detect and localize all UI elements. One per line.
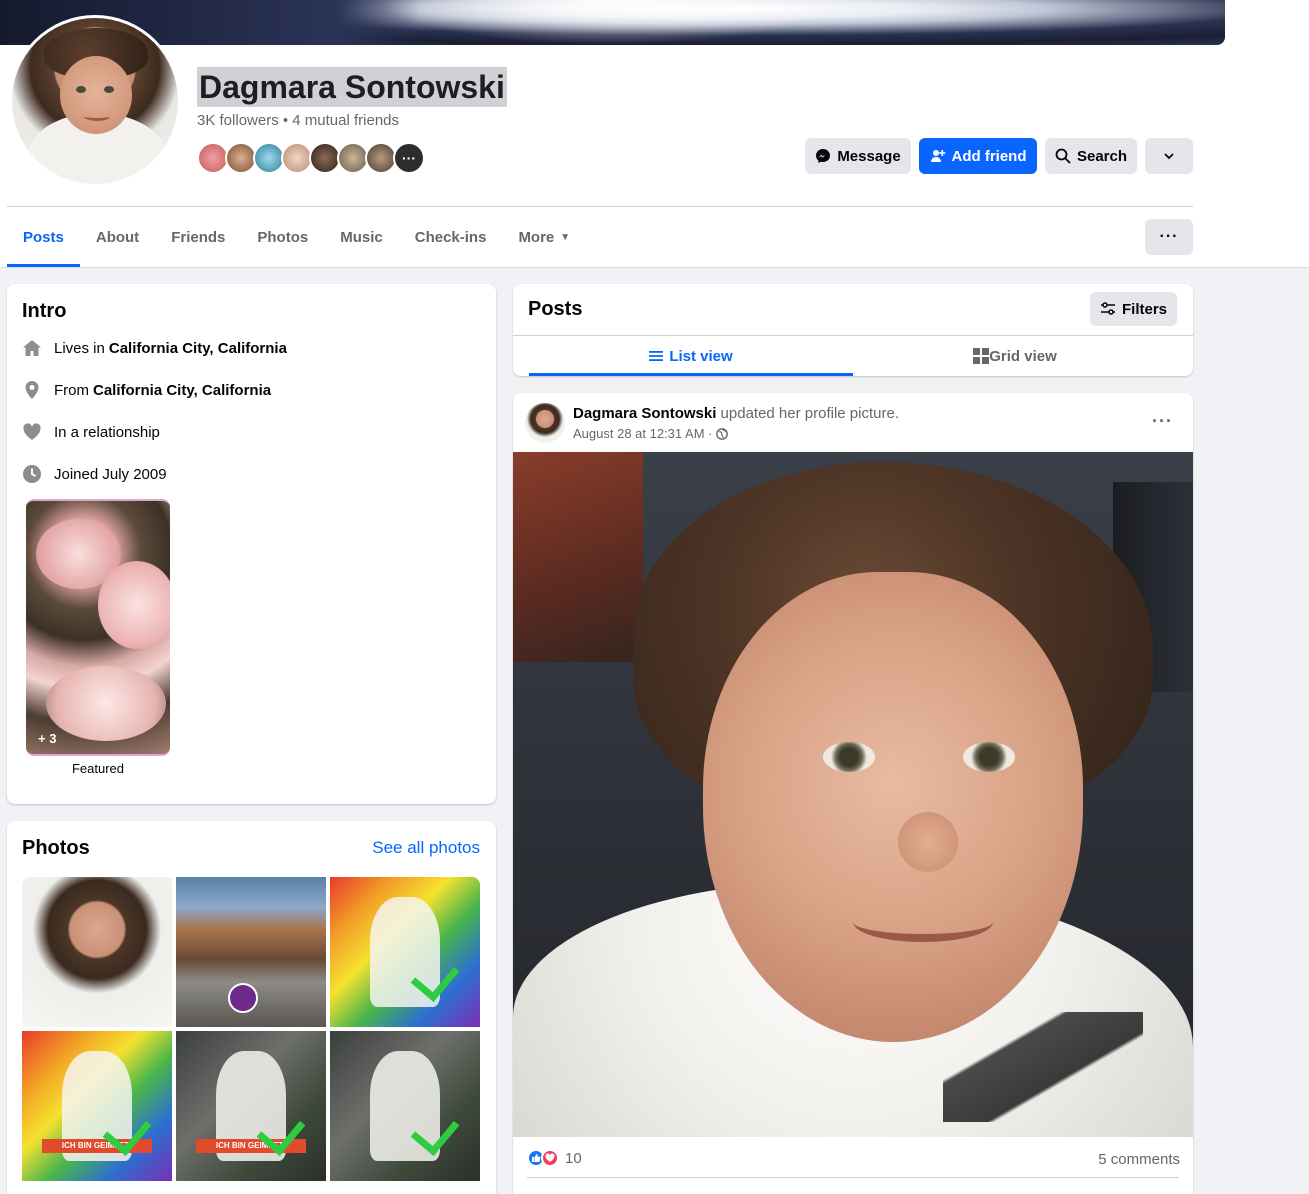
post-author-name[interactable]: Dagmara Sontowski xyxy=(573,405,716,422)
post-author-avatar[interactable] xyxy=(525,403,565,443)
lives-place-link[interactable]: California City, California xyxy=(109,340,287,357)
intro-relationship: In a relationship xyxy=(22,420,160,444)
intro-joined: Joined July 2009 xyxy=(22,462,167,486)
photo-thumbnail[interactable]: ICH BIN GEIMPFT! xyxy=(22,1031,172,1181)
photo-thumbnail[interactable] xyxy=(330,1031,480,1181)
tabs-overflow-button[interactable]: ··· xyxy=(1145,219,1193,255)
profile-name: Dagmara Sontowski xyxy=(197,67,507,107)
intro-from: From California City, California xyxy=(22,378,271,402)
featured-count: + 3 xyxy=(38,731,57,746)
add-friend-icon xyxy=(930,150,945,162)
post-timestamp[interactable]: August 28 at 12:31 AM · xyxy=(573,426,712,441)
featured-collection[interactable]: + 3 xyxy=(26,499,170,756)
filters-button[interactable]: Filters xyxy=(1090,292,1177,326)
lives-prefix: Lives in xyxy=(54,339,105,357)
story-badge-icon xyxy=(228,983,258,1013)
post-image[interactable] xyxy=(513,452,1193,1137)
tab-friends[interactable]: Friends xyxy=(155,207,241,267)
add-friend-label: Add friend xyxy=(951,147,1027,165)
intro-title: Intro xyxy=(22,300,67,322)
photo-grid: ICH BIN GEIMPFT! ICH BIN GEIMPFT! xyxy=(22,877,480,1181)
add-friend-button[interactable]: Add friend xyxy=(919,138,1037,174)
post-menu-button[interactable]: ··· xyxy=(1152,411,1173,432)
grid-view-tab[interactable]: Grid view xyxy=(853,336,1177,376)
post-reactions[interactable]: 10 xyxy=(527,1149,582,1167)
list-view-tab[interactable]: List view xyxy=(529,336,853,376)
photo-thumbnail[interactable]: ICH BIN GEIMPFT! xyxy=(176,1031,326,1181)
profile-picture[interactable] xyxy=(9,15,181,187)
tab-about[interactable]: About xyxy=(80,207,155,267)
caret-down-icon: ▼ xyxy=(560,231,571,243)
messenger-icon xyxy=(816,149,831,163)
relationship-status: In a relationship xyxy=(54,423,160,441)
filters-label: Filters xyxy=(1121,300,1167,318)
profile-stats[interactable]: 3K followers • 4 mutual friends xyxy=(197,112,399,129)
tab-more[interactable]: More ▼ xyxy=(502,207,586,267)
grid-icon xyxy=(973,348,990,364)
photo-thumbnail[interactable] xyxy=(22,877,172,1027)
see-all-photos-link[interactable]: See all photos xyxy=(372,838,480,858)
tab-music[interactable]: Music xyxy=(324,207,399,267)
home-icon xyxy=(22,338,42,358)
profile-tabs: Posts About Friends Photos Music Check-i… xyxy=(7,207,586,267)
posts-header-card: Posts Filters List view Grid view xyxy=(513,284,1193,376)
posts-title: Posts xyxy=(528,298,583,320)
cover-photo[interactable] xyxy=(0,0,1225,45)
tab-posts[interactable]: Posts xyxy=(7,207,80,267)
location-pin-icon xyxy=(22,380,42,400)
tab-photos[interactable]: Photos xyxy=(241,207,324,267)
list-view-label: List view xyxy=(669,347,733,365)
joined-date: Joined July 2009 xyxy=(54,465,167,483)
message-label: Message xyxy=(837,147,901,165)
reaction-count: 10 xyxy=(565,1149,582,1167)
post-divider xyxy=(527,1177,1179,1178)
love-reaction-icon xyxy=(541,1149,559,1167)
photos-title: Photos xyxy=(22,837,90,859)
post-header-text: Dagmara Sontowski updated her profile pi… xyxy=(573,405,899,422)
photo-thumbnail[interactable] xyxy=(176,877,326,1027)
search-label: Search xyxy=(1076,147,1128,165)
photo-thumbnail[interactable] xyxy=(330,877,480,1027)
profile-options-button[interactable] xyxy=(1145,138,1193,174)
intro-lives-in: Lives in California City, California xyxy=(22,336,287,360)
clock-icon xyxy=(22,464,42,484)
globe-icon xyxy=(716,427,729,440)
more-friends-icon[interactable]: ··· xyxy=(393,142,425,174)
chevron-down-icon xyxy=(1164,153,1174,160)
tab-more-label: More xyxy=(518,228,555,246)
grid-view-label: Grid view xyxy=(989,347,1057,365)
post-meta: August 28 at 12:31 AM · xyxy=(573,426,729,441)
from-prefix: From xyxy=(54,381,89,399)
post-card: Dagmara Sontowski updated her profile pi… xyxy=(513,393,1193,1194)
comments-count-link[interactable]: 5 comments xyxy=(1098,1151,1180,1168)
search-icon xyxy=(1055,148,1071,164)
search-button[interactable]: Search xyxy=(1045,138,1137,174)
post-action-text: updated her profile picture. xyxy=(720,405,899,422)
photos-card: Photos See all photos ICH BIN GEIMPFT! I… xyxy=(7,821,496,1194)
list-icon xyxy=(649,351,664,361)
message-button[interactable]: Message xyxy=(805,138,911,174)
heart-icon xyxy=(22,422,42,442)
sliders-icon xyxy=(1100,302,1115,315)
mutual-friends-avatars[interactable]: ··· xyxy=(197,142,425,174)
from-place-link[interactable]: California City, California xyxy=(93,382,271,399)
tab-check-ins[interactable]: Check-ins xyxy=(399,207,503,267)
intro-card: Intro Lives in California City, Californ… xyxy=(7,284,496,804)
featured-label: Featured xyxy=(71,761,125,776)
